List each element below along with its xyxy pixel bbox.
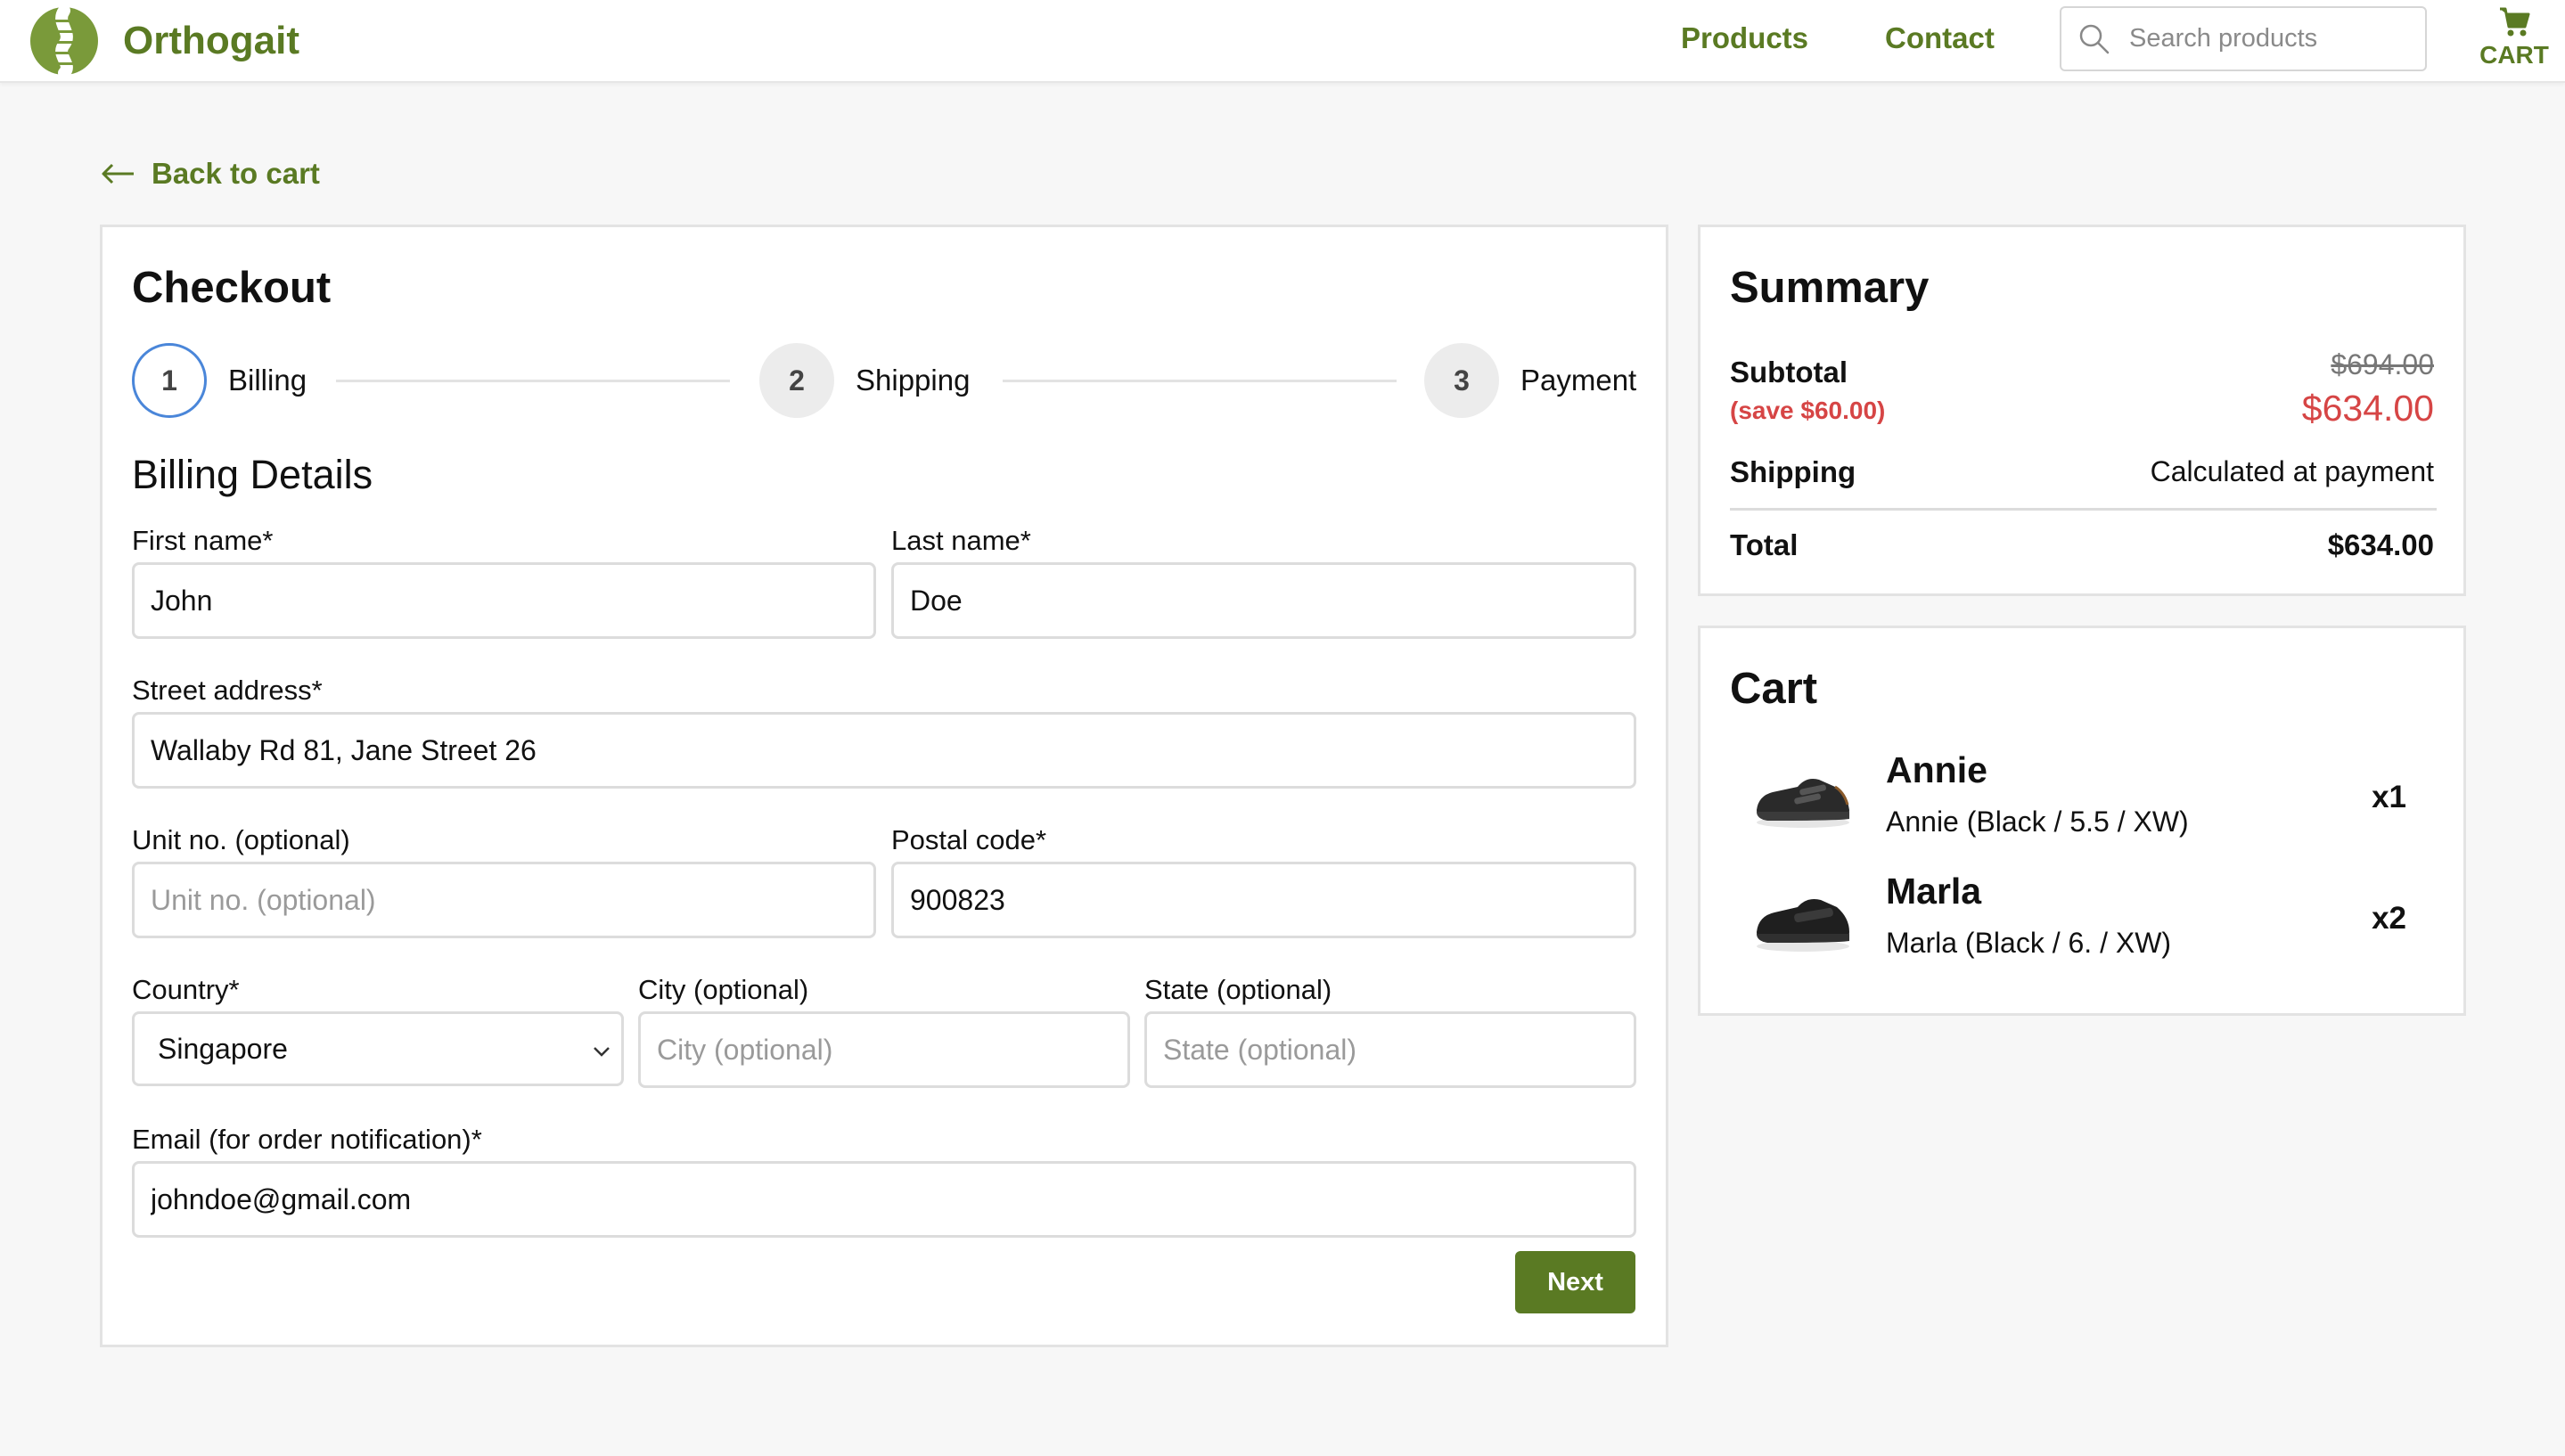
subtotal-label: Subtotal bbox=[1730, 356, 1848, 389]
brand-logo[interactable]: Orthogait bbox=[29, 5, 299, 77]
site-header: Orthogait Products Contact CART bbox=[0, 0, 2565, 83]
shoe-product-image bbox=[1757, 779, 1849, 828]
discounted-price: $634.00 bbox=[2301, 388, 2434, 429]
cart-item-variant: Annie (Black / 5.5 / XW) bbox=[1886, 806, 2189, 838]
last-name-label: Last name* bbox=[891, 525, 1031, 556]
unit-no-input[interactable] bbox=[132, 862, 876, 938]
street-address-input[interactable] bbox=[132, 712, 1636, 789]
brand-name: Orthogait bbox=[123, 19, 299, 62]
postal-code-label: Postal code* bbox=[891, 824, 1047, 855]
cart-item-variant: Marla (Black / 6. / XW) bbox=[1886, 927, 2172, 959]
step-connector bbox=[1003, 380, 1397, 382]
shopping-cart-icon bbox=[2500, 7, 2530, 37]
country-selected-value: Singapore bbox=[158, 1032, 288, 1065]
unit-no-label: Unit no. (optional) bbox=[132, 824, 350, 855]
state-input[interactable] bbox=[1144, 1011, 1636, 1088]
cart-item-quantity: x2 bbox=[2372, 901, 2406, 936]
step-shipping-label[interactable]: Shipping bbox=[856, 364, 970, 397]
summary-divider bbox=[1730, 508, 2437, 511]
email-input[interactable] bbox=[132, 1161, 1636, 1238]
checkout-card: Checkout 1 Billing 2 Shipping 3 Payment … bbox=[100, 225, 1668, 1347]
shipping-label: Shipping bbox=[1730, 455, 1856, 488]
search-box[interactable] bbox=[2060, 6, 2427, 71]
last-name-input[interactable] bbox=[891, 562, 1636, 639]
next-button[interactable]: Next bbox=[1515, 1251, 1635, 1313]
checkout-title: Checkout bbox=[132, 264, 332, 312]
cart-title: Cart bbox=[1730, 665, 1818, 713]
country-label: Country* bbox=[132, 974, 240, 1005]
chevron-down-icon bbox=[594, 1047, 610, 1057]
nav-contact-link[interactable]: Contact bbox=[1885, 21, 1995, 55]
email-label: Email (for order notification)* bbox=[132, 1124, 482, 1155]
step-shipping-circle[interactable]: 2 bbox=[759, 343, 834, 418]
summary-card: Summary Subtotal (save $60.00) $694.00 $… bbox=[1698, 225, 2466, 596]
header-cart-button[interactable]: CART bbox=[2474, 4, 2554, 70]
billing-details-heading: Billing Details bbox=[132, 452, 373, 497]
cart-item-name: Marla bbox=[1886, 871, 1982, 912]
spine-logo-icon bbox=[30, 5, 98, 77]
back-to-cart-label: Back to cart bbox=[152, 157, 320, 190]
search-icon bbox=[2079, 24, 2110, 53]
postal-code-input[interactable] bbox=[891, 862, 1636, 938]
city-input[interactable] bbox=[638, 1011, 1130, 1088]
shipping-value: Calculated at payment bbox=[2150, 455, 2434, 487]
first-name-input[interactable] bbox=[132, 562, 876, 639]
step-billing-circle[interactable]: 1 bbox=[132, 343, 207, 418]
cart-card: Cart Annie Annie (Black / 5.5 / XW) x1 M… bbox=[1698, 626, 2466, 1016]
step-payment-label[interactable]: Payment bbox=[1520, 364, 1636, 397]
city-label: City (optional) bbox=[638, 974, 809, 1005]
street-address-label: Street address* bbox=[132, 675, 323, 706]
step-billing-label[interactable]: Billing bbox=[228, 364, 307, 397]
state-label: State (optional) bbox=[1144, 974, 1332, 1005]
savings-text: (save $60.00) bbox=[1730, 397, 1886, 424]
step-connector bbox=[336, 380, 730, 382]
total-label: Total bbox=[1730, 528, 1799, 561]
country-select[interactable]: Singapore bbox=[132, 1011, 624, 1086]
shoe-product-image bbox=[1757, 899, 1849, 952]
back-to-cart-link[interactable]: Back to cart bbox=[100, 157, 320, 191]
cart-item-name: Annie bbox=[1886, 749, 1987, 790]
arrow-left-icon bbox=[102, 163, 134, 184]
summary-title: Summary bbox=[1730, 264, 1930, 312]
total-value: $634.00 bbox=[2327, 528, 2434, 561]
cart-label: CART bbox=[2479, 41, 2549, 69]
cart-item-quantity: x1 bbox=[2372, 780, 2406, 814]
first-name-label: First name* bbox=[132, 525, 274, 556]
search-input[interactable] bbox=[2129, 24, 2414, 53]
step-payment-circle[interactable]: 3 bbox=[1424, 343, 1499, 418]
original-price: $694.00 bbox=[2331, 348, 2434, 380]
nav-products-link[interactable]: Products bbox=[1681, 21, 1808, 55]
